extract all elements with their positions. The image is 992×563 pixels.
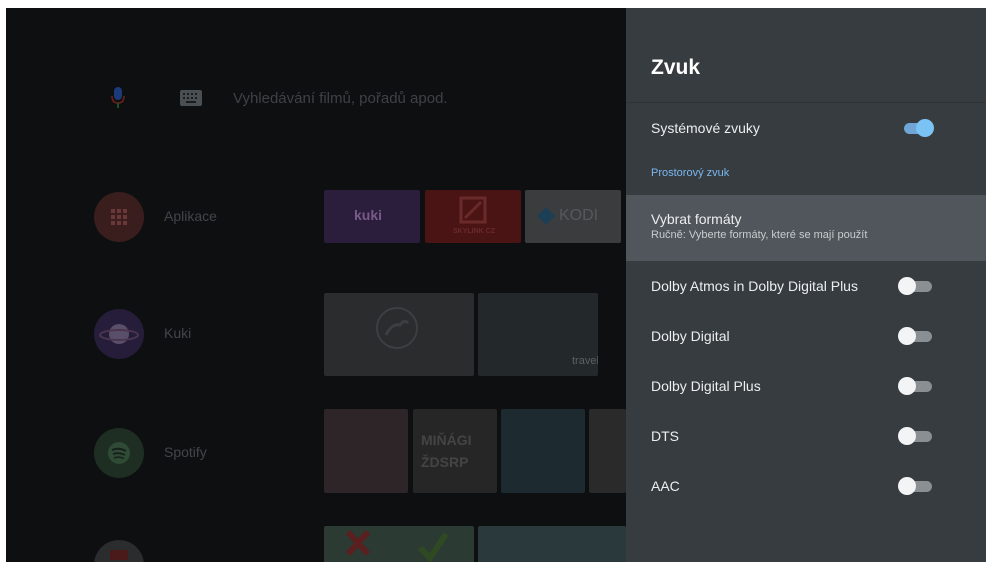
toggle-knob: [916, 119, 934, 137]
select-formats-label: Vybrat formáty: [651, 211, 742, 227]
tile-game-2[interactable]: [478, 526, 626, 562]
search-placeholder[interactable]: Vyhledávání filmů, pořadů apod.: [233, 90, 533, 107]
tv-screen: Vyhledávání filmů, pořadů apod. Aplikace: [6, 8, 986, 562]
panel-divider: [626, 102, 986, 103]
toggle-knob: [898, 277, 916, 295]
app-label-spotify: Spotify: [164, 444, 207, 460]
kodi-logo-icon: [537, 207, 555, 230]
search-bar[interactable]: Vyhledávání filmů, pořadů apod.: [106, 86, 448, 110]
system-sounds-toggle[interactable]: [898, 119, 934, 137]
format-label: Dolby Digital: [651, 328, 730, 344]
cross-check-icon: [342, 528, 452, 562]
toggle-knob: [898, 427, 916, 445]
section-header-surround: Prostorový zvuk: [651, 167, 730, 179]
select-formats-sublabel: Ručně: Vyberte formáty, které se mají po…: [651, 229, 868, 241]
format-row-dolby-digital-plus[interactable]: Dolby Digital Plus: [626, 366, 986, 406]
tile-kodi-label: KODI: [559, 207, 599, 224]
tile-game-1[interactable]: [324, 526, 474, 562]
toggle-knob: [898, 477, 916, 495]
duck-logo-icon: [374, 305, 420, 356]
dts-toggle[interactable]: [898, 427, 934, 445]
kuki-planet-icon: [94, 309, 144, 359]
tile-skylink[interactable]: SKYLINK CZ: [425, 190, 521, 243]
home-screen-dimmed: Vyhledávání filmů, pořadů apod. Aplikace: [6, 8, 626, 562]
app-icon-partial: [94, 540, 144, 562]
aac-toggle[interactable]: [898, 477, 934, 495]
format-row-dolby-atmos[interactable]: Dolby Atmos in Dolby Digital Plus: [626, 266, 986, 306]
toggle-knob: [898, 327, 916, 345]
mic-icon[interactable]: [106, 86, 130, 110]
tile-music-2[interactable]: MIŇÁGI ŽDSRP: [413, 409, 497, 493]
app-label-aplikace: Aplikace: [164, 208, 217, 224]
format-row-dts[interactable]: DTS: [626, 416, 986, 456]
format-label: AAC: [651, 478, 680, 494]
tile-kodi[interactable]: KODI: [525, 190, 621, 243]
tile-skylink-label: SKYLINK CZ: [453, 228, 495, 235]
dolby-atmos-toggle[interactable]: [898, 277, 934, 295]
format-label: DTS: [651, 428, 679, 444]
tile-travel[interactable]: travel: [478, 293, 598, 376]
sound-settings-panel: Zvuk Systémové zvuky Prostorový zvuk Vyb…: [626, 8, 986, 562]
tile-music-2-text: MIŇÁGI ŽDSRP: [421, 432, 472, 470]
toggle-knob: [898, 377, 916, 395]
tile-kuki[interactable]: kuki: [324, 190, 420, 243]
app-label-kuki: Kuki: [164, 325, 192, 341]
tile-kuki-media[interactable]: [324, 293, 474, 376]
format-label: Dolby Atmos in Dolby Digital Plus: [651, 278, 858, 294]
spotify-icon: [94, 428, 144, 478]
tile-music-3[interactable]: [501, 409, 585, 493]
dolby-digital-toggle[interactable]: [898, 327, 934, 345]
format-row-aac[interactable]: AAC: [626, 466, 986, 506]
panel-title: Zvuk: [651, 56, 701, 79]
tile-kuki-logo: kuki: [354, 207, 383, 223]
tile-travel-badge: travel: [572, 355, 598, 367]
format-row-dolby-digital[interactable]: Dolby Digital: [626, 316, 986, 356]
format-label: Dolby Digital Plus: [651, 378, 761, 394]
keyboard-icon[interactable]: [180, 90, 202, 106]
system-sounds-row[interactable]: Systémové zvuky: [626, 108, 986, 148]
skylink-logo-icon: [459, 196, 487, 229]
system-sounds-label: Systémové zvuky: [651, 120, 760, 136]
tile-music-4[interactable]: [589, 409, 626, 493]
dolby-digital-plus-toggle[interactable]: [898, 377, 934, 395]
select-formats-row[interactable]: Vybrat formáty Ručně: Vyberte formáty, k…: [626, 195, 986, 261]
tile-music-1[interactable]: [324, 409, 408, 493]
apps-grid-icon: [94, 192, 144, 242]
